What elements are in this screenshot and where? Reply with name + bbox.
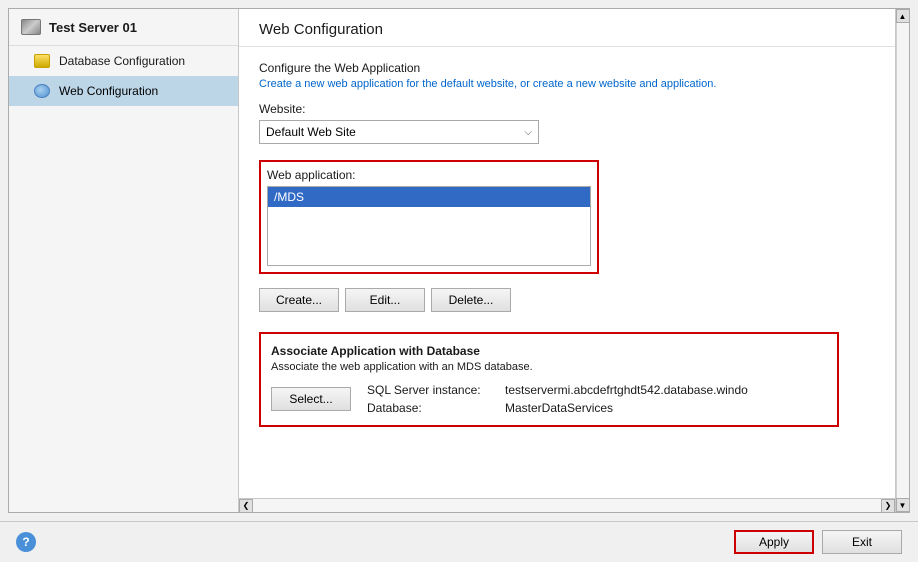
scroll-down-btn[interactable]: ▼ bbox=[896, 498, 910, 512]
sql-server-row: SQL Server instance: testservermi.abcdef… bbox=[367, 383, 748, 397]
bottom-bar: ? Apply Exit bbox=[0, 521, 918, 562]
website-label: Website: bbox=[259, 102, 875, 116]
sidebar-item-label-web: Web Configuration bbox=[59, 84, 158, 98]
configure-section-subtitle: Create a new web application for the def… bbox=[259, 78, 875, 90]
select-button[interactable]: Select... bbox=[271, 387, 351, 411]
assoc-box: Associate Application with Database Asso… bbox=[259, 332, 839, 427]
server-header: Test Server 01 bbox=[9, 9, 238, 46]
configure-section-title: Configure the Web Application bbox=[259, 61, 875, 75]
web-application-item-mds-label: /MDS bbox=[274, 190, 304, 204]
assoc-row: Select... SQL Server instance: testserve… bbox=[271, 383, 827, 415]
website-dropdown-value: Default Web Site bbox=[266, 125, 356, 139]
vertical-scrollbar[interactable]: ▲ ▼ bbox=[895, 9, 909, 512]
help-button[interactable]: ? bbox=[16, 532, 36, 552]
chevron-down-icon: ⌵ bbox=[524, 127, 532, 138]
edit-button[interactable]: Edit... bbox=[345, 288, 425, 312]
database-row: Database: MasterDataServices bbox=[367, 401, 748, 415]
server-label: Test Server 01 bbox=[49, 20, 137, 35]
scroll-left-btn[interactable]: ❮ bbox=[239, 499, 253, 513]
web-application-box: Web application: /MDS bbox=[259, 160, 599, 274]
sql-server-value: testservermi.abcdefrtghdt542.database.wi… bbox=[505, 383, 748, 397]
hscroll-track[interactable] bbox=[253, 499, 881, 513]
sidebar-item-db-config[interactable]: Database Configuration bbox=[9, 46, 238, 76]
web-icon bbox=[33, 83, 51, 99]
sidebar-item-web-config[interactable]: Web Configuration bbox=[9, 76, 238, 106]
web-application-label: Web application: bbox=[267, 168, 591, 182]
sidebar-item-label-db: Database Configuration bbox=[59, 54, 185, 68]
scroll-right-btn[interactable]: ❯ bbox=[881, 499, 895, 513]
database-value: MasterDataServices bbox=[505, 401, 613, 415]
content-body: Configure the Web Application Create a n… bbox=[239, 47, 895, 447]
horizontal-scrollbar[interactable]: ❮ ❯ bbox=[239, 498, 895, 512]
scroll-up-btn[interactable]: ▲ bbox=[896, 9, 910, 23]
exit-button[interactable]: Exit bbox=[822, 530, 902, 554]
db-icon bbox=[33, 53, 51, 69]
website-dropdown[interactable]: Default Web Site ⌵ bbox=[259, 120, 539, 144]
content-area: Web Configuration Configure the Web Appl… bbox=[239, 9, 895, 512]
web-application-listbox[interactable]: /MDS bbox=[267, 186, 591, 266]
sql-server-label: SQL Server instance: bbox=[367, 383, 497, 397]
assoc-box-title: Associate Application with Database bbox=[271, 344, 827, 358]
create-button[interactable]: Create... bbox=[259, 288, 339, 312]
assoc-details: SQL Server instance: testservermi.abcdef… bbox=[367, 383, 748, 415]
server-icon bbox=[21, 19, 41, 35]
scroll-track[interactable] bbox=[896, 23, 910, 498]
web-application-item-mds[interactable]: /MDS bbox=[268, 187, 590, 207]
page-title: Web Configuration bbox=[259, 21, 875, 38]
delete-button[interactable]: Delete... bbox=[431, 288, 511, 312]
web-app-button-row: Create... Edit... Delete... bbox=[259, 288, 875, 312]
assoc-box-subtitle: Associate the web application with an MD… bbox=[271, 361, 827, 373]
database-label: Database: bbox=[367, 401, 497, 415]
content-scroll[interactable]: Web Configuration Configure the Web Appl… bbox=[239, 9, 895, 498]
sidebar: Test Server 01 Database Configuration We… bbox=[9, 9, 239, 512]
content-header: Web Configuration bbox=[239, 9, 895, 47]
apply-button[interactable]: Apply bbox=[734, 530, 814, 554]
help-label: ? bbox=[22, 535, 29, 549]
